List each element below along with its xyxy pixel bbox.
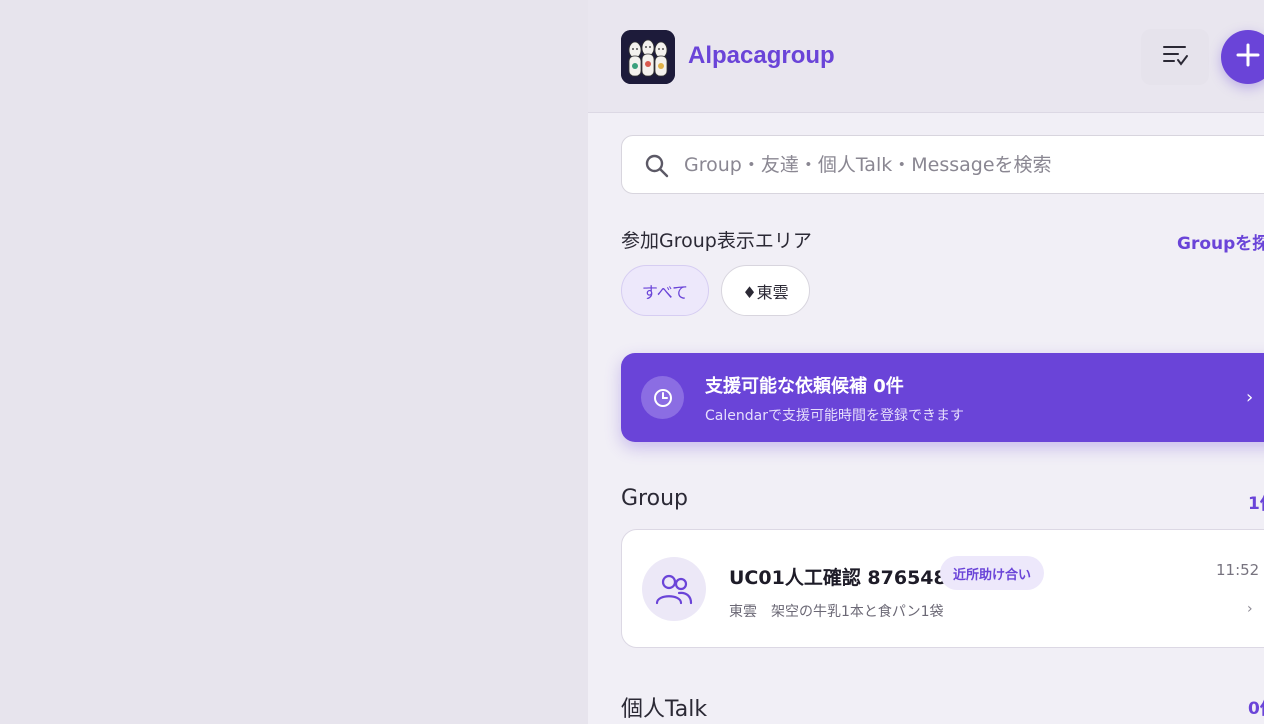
group-section-heading: Group bbox=[621, 486, 688, 511]
clock-icon bbox=[641, 376, 684, 419]
filter-chip-all[interactable]: すべて bbox=[621, 265, 709, 316]
support-candidates-card[interactable]: 支援可能な依頼候補 0件 Calendarで支援可能時間を登録できます › bbox=[621, 353, 1264, 442]
group-last-time: 11:52 bbox=[1216, 561, 1260, 579]
empty-detail-pane bbox=[0, 0, 588, 724]
group-section-count[interactable]: 1件 bbox=[1248, 489, 1264, 514]
talk-section-count[interactable]: 0件 bbox=[1248, 694, 1264, 719]
chevron-right-icon: › bbox=[1246, 387, 1254, 408]
add-button[interactable] bbox=[1221, 30, 1264, 84]
list-check-icon bbox=[1161, 43, 1189, 71]
search-icon bbox=[644, 153, 670, 183]
filter-chip-shinonome[interactable]: ♦東雲 bbox=[721, 265, 810, 316]
find-group-link[interactable]: Groupを探す bbox=[1177, 229, 1264, 254]
support-card-title: 支援可能な依頼候補 0件 bbox=[705, 376, 904, 397]
people-icon bbox=[642, 557, 706, 621]
app-header: Alpacagroup bbox=[588, 0, 1264, 113]
app-name: Alpacagroup bbox=[688, 42, 835, 69]
talk-section-heading: 個人Talk bbox=[621, 697, 708, 722]
group-last-message: 東雲 架空の牛乳1本と食パン1袋 bbox=[729, 604, 944, 620]
plus-icon bbox=[1235, 42, 1261, 72]
group-name: UC01人工確認 876548 bbox=[729, 567, 947, 589]
filter-button[interactable] bbox=[1141, 29, 1209, 85]
alpaca-logo-icon bbox=[621, 30, 675, 84]
sidebar-panel: Alpacagroup Group・友達・個人Talk・Messageを検索 参… bbox=[588, 0, 1264, 724]
chevron-right-icon: › bbox=[1247, 601, 1253, 617]
search-box bbox=[621, 135, 1264, 194]
joined-groups-label: 参加Group表示エリア bbox=[621, 230, 812, 252]
search-input[interactable] bbox=[684, 136, 1264, 193]
group-list-item[interactable]: UC01人工確認 876548 近所助け合い 11:52 東雲 架空の牛乳1本と… bbox=[621, 529, 1264, 648]
group-category-badge: 近所助け合い bbox=[940, 556, 1045, 590]
support-card-subtitle: Calendarで支援可能時間を登録できます bbox=[705, 408, 964, 424]
